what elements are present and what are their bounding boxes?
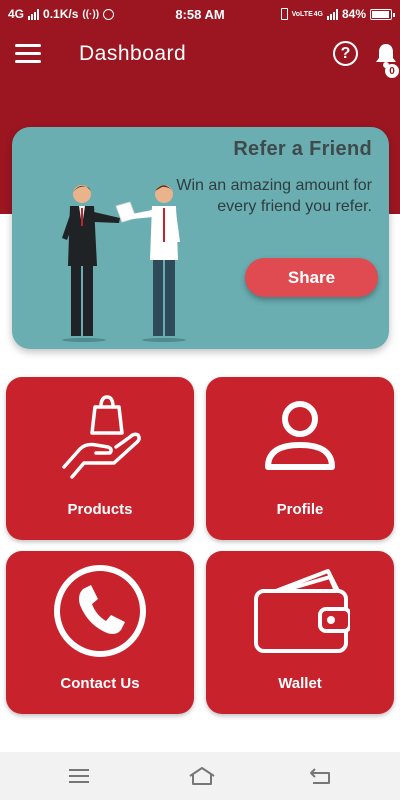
tile-profile[interactable]: Profile [206,377,394,540]
share-button[interactable]: Share [245,258,378,297]
volte-label: VoLTE [291,10,313,18]
tile-label: Profile [276,501,324,518]
banner-title: Refer a Friend [233,138,372,160]
status-right: VoLTE 4G 84% [280,7,395,21]
network-type: 4G [8,7,25,21]
hotspot-icon: ((·)) [82,8,100,20]
back-icon[interactable] [309,766,333,786]
notification-badge: 0 [385,64,399,78]
battery-icon [370,8,395,20]
vibrate-icon [280,8,288,20]
battery-percent: 84% [341,7,366,21]
page-title: Dashboard [79,42,187,65]
app-bar: Dashboard ? 0 [0,28,400,82]
whatsapp-icon [103,8,115,20]
shopping-bag-hand-icon [62,395,141,479]
phone-icon [54,565,146,657]
menu-icon[interactable] [15,44,41,64]
user-icon [265,401,335,470]
tile-contact-us[interactable]: Contact Us [6,551,194,714]
help-icon[interactable]: ? [333,41,358,66]
system-nav-bar [0,752,400,800]
tile-label: Contact Us [60,675,140,692]
tile-label: Wallet [278,675,322,692]
status-left: 4G 0.1K/s ((·)) [8,7,115,21]
network-speed: 0.1K/s [43,7,79,21]
tile-products[interactable]: Products [6,377,194,540]
network-type-right: 4G [313,10,323,18]
tile-wallet[interactable]: Wallet [206,551,394,714]
wallet-icon [254,569,350,653]
signal-icon-right [326,8,338,20]
status-bar: 4G 0.1K/s ((·)) 8:58 AM VoLTE 4G 84% [0,0,400,28]
refer-banner: Refer a Friend Win an amazing amount for… [12,127,389,349]
referral-illustration [62,185,186,342]
tile-label: Products [67,501,133,518]
home-icon[interactable] [188,766,216,786]
recent-apps-icon[interactable] [67,766,91,786]
signal-icon [28,8,40,20]
